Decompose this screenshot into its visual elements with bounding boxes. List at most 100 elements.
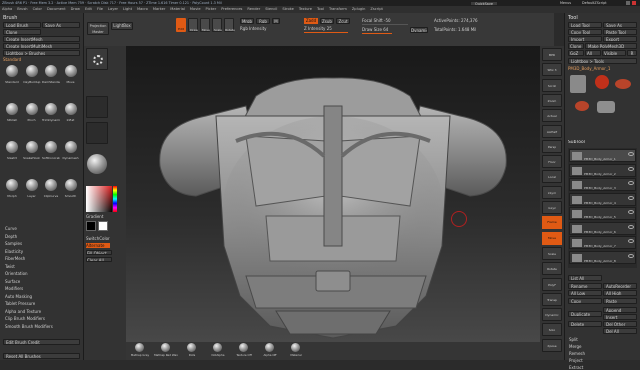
- brush-item-morph[interactable]: Morph: [3, 177, 21, 213]
- brush-section-orientation[interactable]: Orientation: [3, 270, 81, 278]
- goz-visible-button[interactable]: Visible: [602, 50, 626, 56]
- alpha-thumbnail[interactable]: [86, 96, 108, 118]
- goz-button[interactable]: GoZ: [568, 50, 584, 56]
- menu-render[interactable]: Render: [247, 6, 260, 13]
- menu-zplugin[interactable]: Zplugin: [352, 6, 366, 13]
- draw-mode-button[interactable]: Draw: [188, 18, 198, 32]
- switch-color-button[interactable]: SwitchColor: [86, 236, 120, 241]
- mrgb-button[interactable]: Mrgb: [240, 18, 254, 24]
- auto-reorder-button[interactable]: AutoReorder: [603, 283, 637, 289]
- brush-item-claybuildup[interactable]: ClayBuildup: [23, 63, 41, 99]
- brush-section-elasticity[interactable]: Elasticity: [3, 248, 81, 256]
- brush-section-fibermesh[interactable]: FiberMesh: [3, 255, 81, 263]
- subtool-row[interactable]: PM3D_Body_Armor_6: [569, 221, 636, 235]
- move-mode-button[interactable]: Move: [200, 18, 210, 32]
- shelf-button-zoom[interactable]: Zoom: [542, 93, 562, 107]
- shelf-button-rotate[interactable]: Rotate: [542, 262, 562, 276]
- delete-button[interactable]: Delete: [568, 321, 602, 327]
- menu-marker[interactable]: Marker: [153, 6, 165, 13]
- hue-slider[interactable]: [113, 186, 117, 212]
- shelf-button-scale[interactable]: Scale: [542, 246, 562, 260]
- shelf-button-persp[interactable]: Persp: [542, 139, 562, 153]
- shelf-button-spix-3[interactable]: SPix 3: [542, 63, 562, 77]
- clone-brush-button[interactable]: Clone: [3, 29, 41, 35]
- create-insertmesh-button[interactable]: Create InsertMesh: [3, 36, 80, 42]
- shelf-button-scroll[interactable]: Scroll: [542, 78, 562, 92]
- paste-tool-button[interactable]: Paste Tool: [603, 29, 637, 35]
- shelf-button-gxyz[interactable]: Gxyz: [542, 201, 562, 214]
- bottom-shelf-item-6[interactable]: Material: [284, 343, 308, 359]
- rgb-button[interactable]: Rgb: [256, 18, 270, 24]
- clone-tool-button[interactable]: Clone: [568, 43, 584, 49]
- brush-section-depth[interactable]: Depth: [3, 233, 81, 241]
- armor-tool-icon[interactable]: [597, 101, 615, 113]
- brush-item-clipcurve[interactable]: ClipCurve: [42, 177, 60, 213]
- menu-layer[interactable]: Layer: [108, 6, 118, 13]
- secondary-color-swatch[interactable]: [86, 221, 96, 231]
- menu-picker[interactable]: Picker: [206, 6, 217, 13]
- shelf-button-solo[interactable]: Solo: [542, 323, 562, 337]
- bottom-shelf-item-0[interactable]: MatCap Gray: [128, 343, 152, 359]
- all-low-button[interactable]: All Low: [568, 290, 602, 296]
- dynamic-size-button[interactable]: Dynamic: [410, 27, 428, 33]
- create-insertmultimesh-button[interactable]: Create InsertMultiMesh: [3, 43, 80, 49]
- subtool-row[interactable]: PM3D_Body_Armor_4: [569, 192, 636, 206]
- menu-texture[interactable]: Texture: [299, 6, 312, 13]
- bottom-shelf-item-4[interactable]: Texture Off: [232, 343, 256, 359]
- subtool-row[interactable]: PM3D_Body_Armor_5: [569, 207, 636, 220]
- cylinder-tool-icon[interactable]: [595, 75, 609, 89]
- brush-section-tablet-pressure[interactable]: Tablet Pressure: [3, 300, 81, 308]
- lightbox-button[interactable]: LightBox: [111, 22, 133, 30]
- menu-tool[interactable]: Tool: [317, 6, 324, 13]
- fill-object-button[interactable]: Fill Object: [86, 250, 112, 255]
- brush-item-slash3[interactable]: Slash3: [3, 139, 21, 175]
- brush-item-move[interactable]: Move: [62, 63, 80, 99]
- alternate-button[interactable]: Alternate: [86, 243, 110, 248]
- menu-macro[interactable]: Macro: [137, 6, 148, 13]
- subtool-row[interactable]: PM3D_Body_Armor_2: [569, 163, 636, 177]
- brush-item-inflat[interactable]: Inflat: [62, 101, 80, 137]
- goz-r-button[interactable]: R: [627, 50, 637, 56]
- shelf-button-local[interactable]: Local: [542, 170, 562, 184]
- list-all-button[interactable]: List All: [568, 275, 602, 281]
- visibility-eye-icon[interactable]: [628, 253, 634, 258]
- current-tool-thumbnail[interactable]: [570, 75, 586, 93]
- menu-color[interactable]: Color: [33, 6, 42, 13]
- bottom-shelf-item-2[interactable]: Dots: [180, 343, 204, 359]
- menu-stencil[interactable]: Stencil: [265, 6, 277, 13]
- insert-button[interactable]: Insert: [603, 314, 637, 320]
- rename-button[interactable]: Rename: [568, 283, 602, 289]
- z-intensity-slider[interactable]: Z Intensity 25: [304, 26, 352, 31]
- zsub-button[interactable]: Zsub: [320, 18, 334, 24]
- simplebrush-tool-icon[interactable]: [615, 79, 631, 89]
- rgb-intensity-slider[interactable]: Rgb Intensity: [240, 26, 280, 31]
- menu-zscript[interactable]: Zscript: [370, 6, 382, 13]
- subtool-title[interactable]: SubTool: [568, 140, 637, 145]
- bottom-shelf-item-5[interactable]: Alpha Off: [258, 343, 282, 359]
- copy-tool-button[interactable]: Copy Tool: [568, 29, 602, 35]
- edit-mode-button[interactable]: Edit: [176, 18, 186, 32]
- shelf-button-move[interactable]: Move: [542, 231, 562, 245]
- visibility-eye-icon[interactable]: [628, 181, 634, 185]
- save-as-button[interactable]: Save As: [42, 22, 80, 28]
- project-section[interactable]: Project: [569, 358, 629, 363]
- shelf-button-lsym[interactable]: LSym: [542, 185, 562, 199]
- menu-transform[interactable]: Transform: [329, 6, 347, 13]
- bottom-shelf-item-1[interactable]: MatCap Red Wax: [154, 343, 178, 359]
- shelf-button-transp[interactable]: Transp: [542, 292, 562, 306]
- brush-item-dynamesh[interactable]: Dynamesh: [62, 139, 80, 175]
- lightbox-tools-button[interactable]: Lightbox > Tools: [568, 58, 637, 64]
- lightbox-brushes-button[interactable]: Lightbox > Brushes: [3, 50, 80, 56]
- visibility-eye-icon[interactable]: [628, 166, 634, 171]
- append-button[interactable]: Append: [603, 307, 637, 313]
- close-icon[interactable]: [632, 1, 636, 5]
- brush-section-samples[interactable]: Samples: [3, 240, 81, 248]
- brush-item-hpolish[interactable]: hPolish: [3, 101, 21, 137]
- menus-toggle[interactable]: Menus: [560, 1, 578, 6]
- split-section[interactable]: Split: [569, 337, 629, 342]
- shelf-button-actual[interactable]: Actual: [542, 109, 562, 123]
- rotate-mode-button[interactable]: Rotate: [224, 18, 235, 32]
- del-all-button[interactable]: Del All: [603, 328, 637, 334]
- brush-section-surface[interactable]: Surface: [3, 278, 81, 286]
- brush-item-smooth[interactable]: Smooth: [62, 177, 80, 213]
